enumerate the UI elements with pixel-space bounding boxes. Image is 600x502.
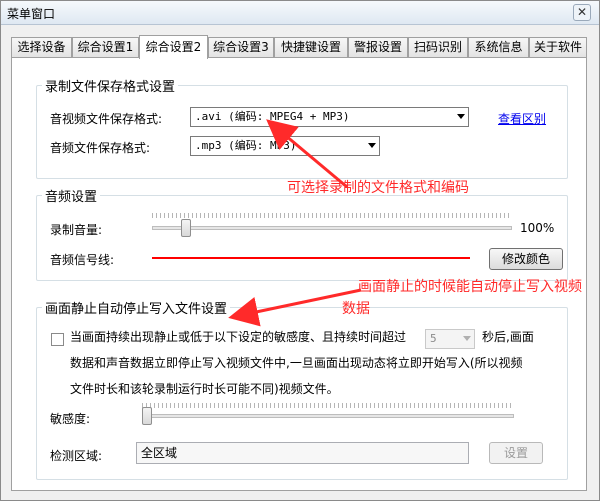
main-window: 菜单窗口 ✕ 选择设备 综合设置1 综合设置2 综合设置3 快捷键设置 警报设置…: [0, 0, 600, 501]
tab-general-settings-2[interactable]: 综合设置2: [139, 35, 208, 59]
format-annotation: 可选择录制的文件格式和编码: [287, 180, 469, 196]
static-annotation-line1: 画面静止的时候能自动停止写入视频: [358, 279, 582, 295]
annotation-arrows: [228, 119, 362, 327]
static-annotation-line2: 数据: [342, 301, 370, 317]
